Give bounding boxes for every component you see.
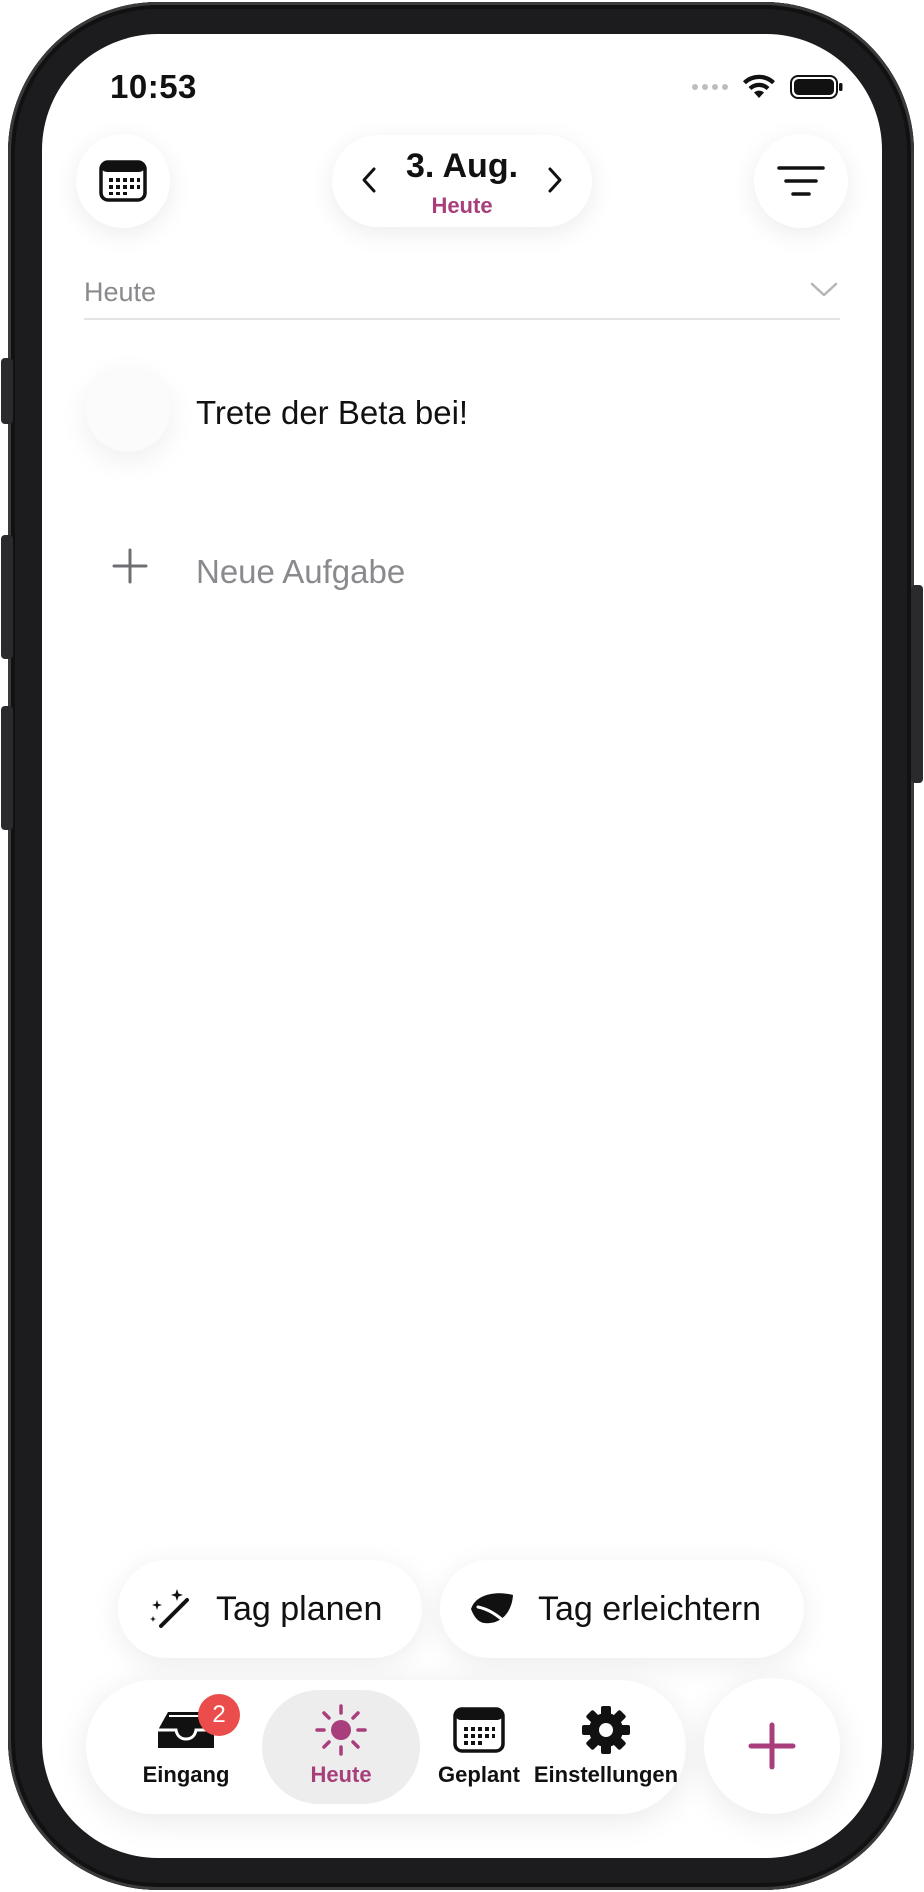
- tab-planned-label: Geplant: [438, 1762, 520, 1787]
- volume-up-button: [1, 535, 13, 659]
- plus-icon: [112, 548, 148, 584]
- chevron-down-icon[interactable]: [810, 282, 838, 298]
- calendar-icon: [453, 1704, 505, 1756]
- power-button: [911, 585, 923, 783]
- tab-today-label: Heute: [310, 1762, 372, 1787]
- status-icons: [692, 74, 844, 100]
- tab-bar: Eingang Heute Geplant Einstellungen 2: [86, 1680, 686, 1814]
- new-task-row[interactable]: Neue Aufgabe: [82, 534, 842, 614]
- filter-lines-icon: [777, 166, 825, 196]
- silent-switch: [1, 358, 13, 424]
- status-time: 10:53: [110, 68, 197, 105]
- section-header-today[interactable]: Heute: [84, 274, 840, 320]
- ease-day-label: Tag erleichtern: [538, 1589, 762, 1628]
- add-task-button[interactable]: [704, 1678, 840, 1814]
- screen: 10:53 3. Aug. Heute Heute Trete der Beta…: [42, 34, 882, 1858]
- leaf-icon: [468, 1585, 516, 1633]
- task-title[interactable]: Trete der Beta bei!: [196, 394, 468, 432]
- tab-planned[interactable]: Geplant: [420, 1680, 538, 1814]
- calendar-icon: [99, 160, 147, 202]
- tab-settings-label: Einstellungen: [533, 1762, 679, 1787]
- tab-inbox-label: Eingang: [142, 1762, 230, 1787]
- wifi-icon: [743, 74, 775, 98]
- magic-wand-icon: [146, 1585, 194, 1633]
- chevron-right-icon[interactable]: [546, 165, 564, 195]
- sun-icon: [314, 1704, 368, 1756]
- tab-settings[interactable]: Einstellungen: [534, 1680, 678, 1814]
- cellular-signal-icon: [692, 84, 728, 90]
- ease-day-button[interactable]: Tag erleichtern: [440, 1560, 804, 1658]
- current-date-sub: Heute: [431, 193, 493, 218]
- plan-day-label: Tag planen: [216, 1589, 383, 1628]
- task-checkbox[interactable]: [86, 368, 170, 452]
- calendar-button[interactable]: [76, 134, 170, 228]
- date-selector: 3. Aug. Heute: [332, 135, 592, 227]
- task-item[interactable]: Trete der Beta bei!: [82, 364, 842, 464]
- plan-day-button[interactable]: Tag planen: [118, 1560, 422, 1658]
- volume-down-button: [1, 706, 13, 830]
- battery-icon: [790, 75, 843, 99]
- inbox-badge: 2: [198, 1694, 240, 1736]
- gear-icon: [580, 1704, 632, 1756]
- tab-today[interactable]: Heute: [262, 1690, 420, 1804]
- new-task-label: Neue Aufgabe: [196, 553, 406, 590]
- section-title: Heute: [84, 277, 157, 307]
- plus-icon: [748, 1722, 796, 1770]
- filter-button[interactable]: [754, 134, 848, 228]
